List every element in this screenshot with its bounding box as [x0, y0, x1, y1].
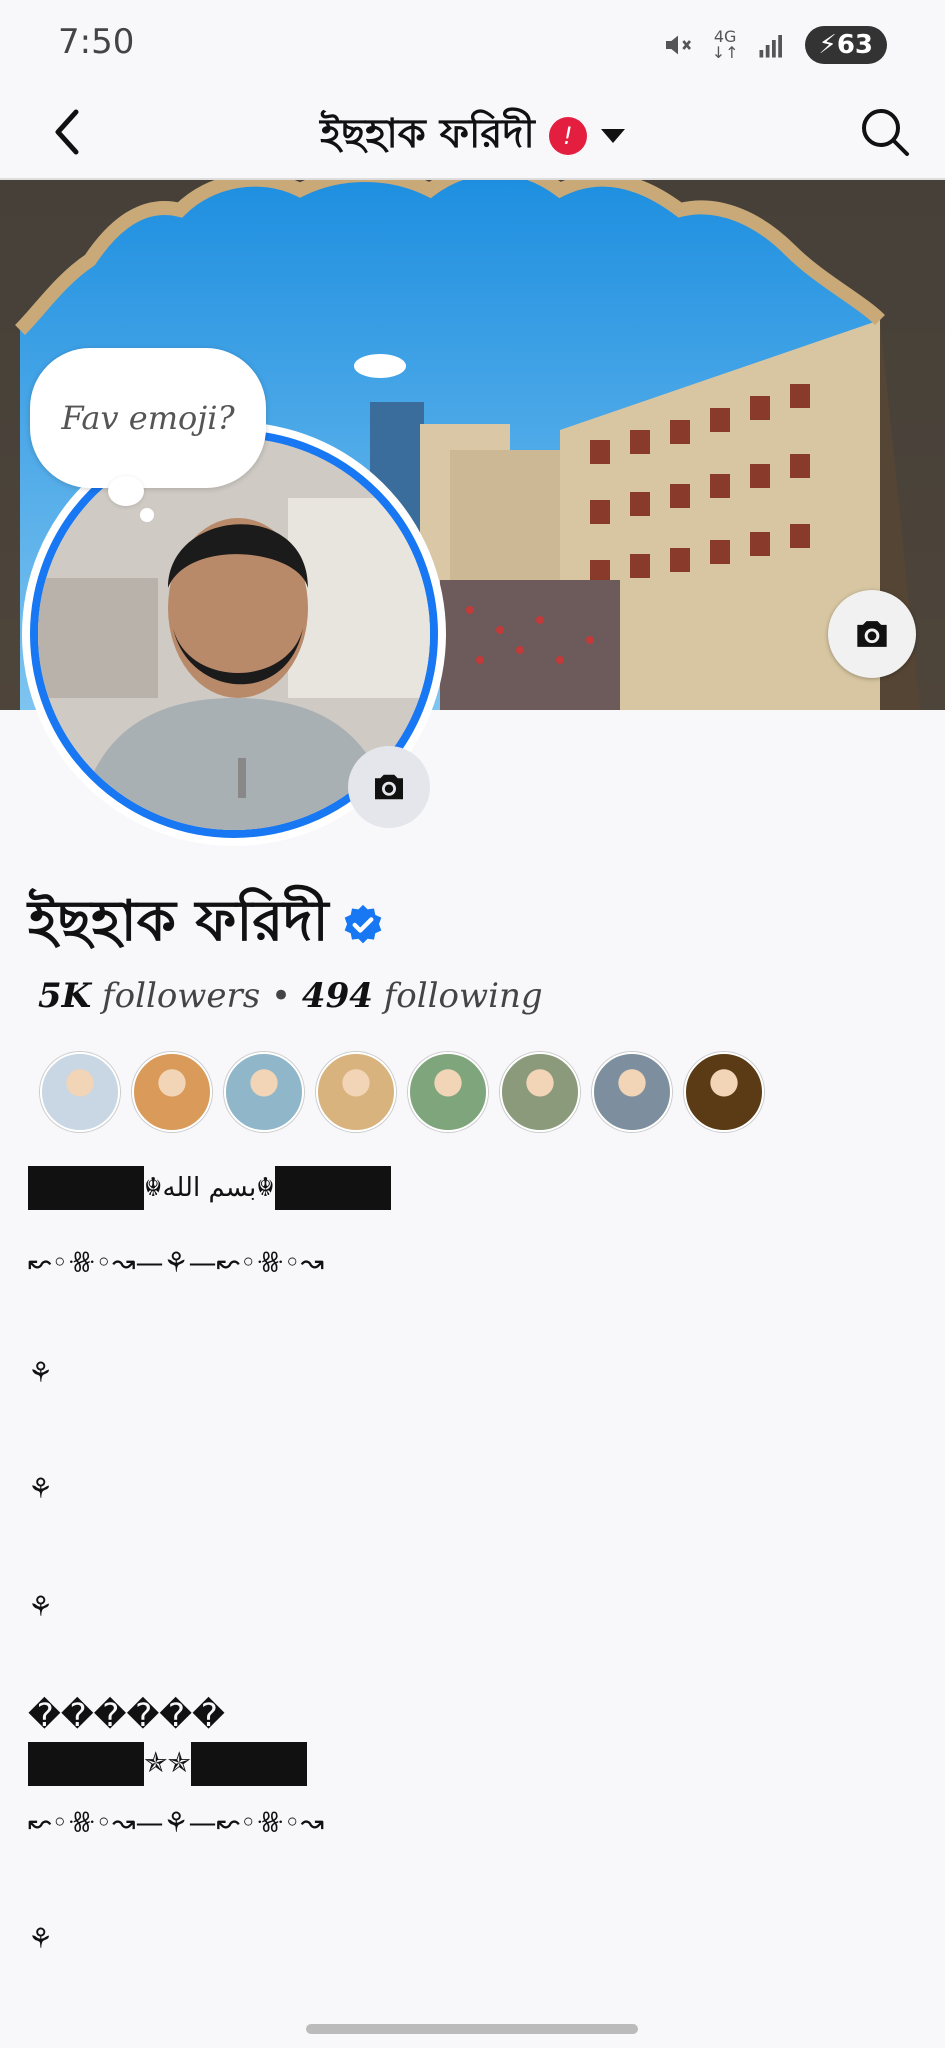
bio-line-6: ������: [28, 1696, 225, 1734]
search-button[interactable]: [855, 102, 915, 162]
verified-badge-icon: [344, 904, 381, 944]
page-title: ইছহাক ফরিদী: [320, 111, 535, 157]
following-link[interactable]: 494 following: [302, 976, 543, 1016]
decor-blocks: [190, 1742, 307, 1786]
bio-line-1: ☬بسم الله☬: [28, 1166, 391, 1210]
bio-line-9: ⚘: [28, 1922, 54, 1955]
follow-stats: 5K followers • 494 following: [38, 976, 543, 1016]
status-icons: 4G ↓↑ ⚡63: [662, 26, 887, 64]
top-bar: ইছহাক ফরিদী !: [0, 84, 945, 180]
bio-line-5: ⚘: [28, 1590, 54, 1623]
edit-avatar-button[interactable]: [348, 746, 430, 828]
friend-avatar[interactable]: [408, 1052, 488, 1132]
decor-blocks: [28, 1742, 144, 1786]
bio-line-4: ⚘: [28, 1472, 54, 1505]
bio-line-7: ✯✯: [28, 1742, 307, 1786]
bio-line-2: ↜◦ꗥ◦↝—⚘—↜◦ꗥ◦↝: [28, 1246, 324, 1279]
decor-blocks: [28, 1166, 144, 1210]
friend-avatar[interactable]: [132, 1052, 212, 1132]
note-bubble[interactable]: Fav emoji?: [30, 348, 266, 488]
title-switcher[interactable]: ইছহাক ফরিদী !: [0, 102, 945, 169]
profile-name: ইছহাক ফরিদী: [28, 878, 385, 972]
note-text: Fav emoji?: [61, 399, 235, 437]
bubble-tail-dot: [140, 508, 154, 522]
mute-icon: [665, 35, 691, 55]
friend-avatar[interactable]: [592, 1052, 672, 1132]
notification-badge: !: [548, 116, 587, 155]
camera-icon: [375, 774, 403, 800]
friend-avatar[interactable]: [684, 1052, 764, 1132]
network-label: 4G ↓↑: [711, 27, 739, 62]
edit-cover-button[interactable]: [828, 590, 916, 678]
battery-indicator: ⚡63: [804, 26, 887, 64]
friend-avatar[interactable]: [316, 1052, 396, 1132]
home-indicator[interactable]: [306, 2024, 638, 2034]
signal-icon: [759, 35, 782, 58]
bio-line-3: ⚘: [28, 1356, 54, 1389]
profile-name-text: ইছহাক ফরিদী: [28, 889, 329, 954]
friends-preview: [40, 1052, 764, 1132]
status-bar: 7:50 4G ↓↑ ⚡63: [0, 0, 945, 84]
friend-avatar[interactable]: [224, 1052, 304, 1132]
status-time: 7:50: [58, 22, 135, 62]
decor-blocks: [274, 1166, 391, 1210]
bio-line-8: ↜◦ꗥ◦↝—⚘—↜◦ꗥ◦↝: [28, 1806, 324, 1839]
stats-separator: •: [271, 976, 292, 1016]
camera-icon: [857, 621, 887, 647]
friend-avatar[interactable]: [500, 1052, 580, 1132]
followers-link[interactable]: 5K followers: [38, 976, 260, 1016]
bubble-tail: [108, 476, 144, 506]
friend-avatar[interactable]: [40, 1052, 120, 1132]
chevron-down-icon: [600, 128, 625, 143]
